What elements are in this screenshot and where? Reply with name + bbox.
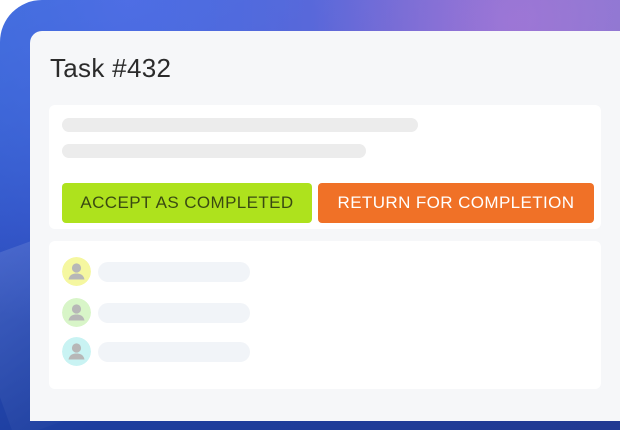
name-placeholder bbox=[98, 262, 250, 282]
user-icon bbox=[62, 337, 91, 366]
placeholder-line bbox=[62, 118, 418, 132]
avatar bbox=[62, 257, 91, 286]
list-item bbox=[62, 337, 462, 367]
return-for-completion-button[interactable]: RETURN FOR COMPLETION bbox=[318, 183, 594, 223]
task-details-panel: ACCEPT AS COMPLETED RETURN FOR COMPLETIO… bbox=[49, 105, 601, 229]
avatar bbox=[62, 298, 91, 327]
name-placeholder bbox=[98, 303, 250, 323]
list-item bbox=[62, 298, 462, 328]
task-card: Task #432 ACCEPT AS COMPLETED RETURN FOR… bbox=[30, 31, 620, 421]
page-title: Task #432 bbox=[50, 53, 172, 83]
accept-as-completed-button[interactable]: ACCEPT AS COMPLETED bbox=[62, 183, 312, 223]
list-item bbox=[62, 257, 462, 287]
avatar bbox=[62, 337, 91, 366]
placeholder-line bbox=[62, 144, 366, 158]
participants-panel bbox=[49, 241, 601, 389]
name-placeholder bbox=[98, 342, 250, 362]
user-icon bbox=[62, 257, 91, 286]
user-icon bbox=[62, 298, 91, 327]
